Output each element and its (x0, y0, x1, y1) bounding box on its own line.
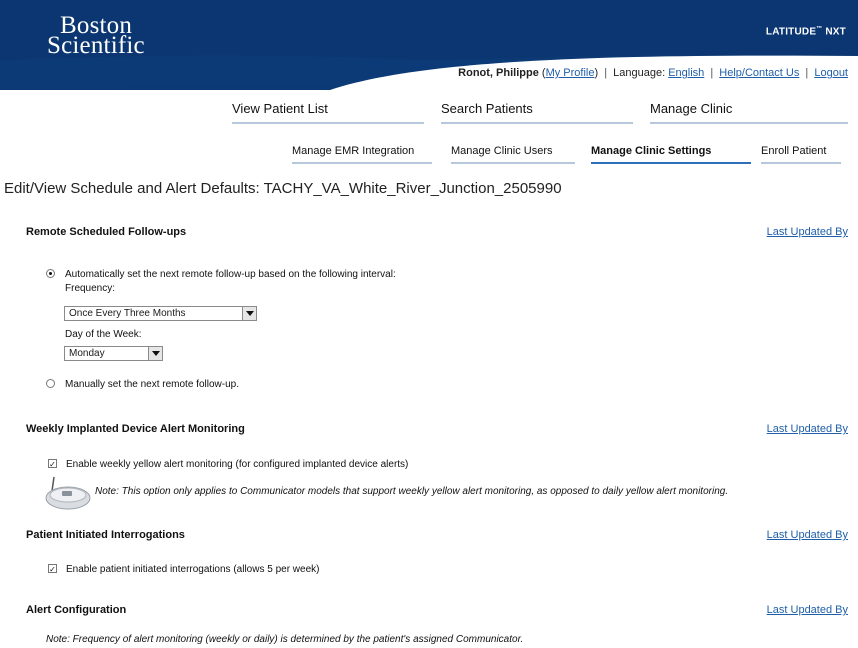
section-weekly-alert-header: Weekly Implanted Device Alert Monitoring… (0, 423, 858, 437)
auto-follow-up-label: Automatically set the next remote follow… (65, 269, 396, 280)
subnav-manage-clinic-settings[interactable]: Manage Clinic Settings (591, 145, 751, 164)
chevron-down-icon (148, 347, 162, 360)
frequency-label: Frequency: (65, 283, 116, 294)
user-bar: Ronot, Philippe (My Profile) | Language:… (458, 67, 848, 79)
subnav-manage-emr-integration[interactable]: Manage EMR Integration (292, 145, 432, 164)
subnav-enroll-patient[interactable]: Enroll Patient (761, 145, 841, 164)
weekly-alert-label: Enable weekly yellow alert monitoring (f… (66, 459, 409, 470)
boston-scientific-logo: Boston Scientific (47, 12, 145, 59)
last-updated-by-link[interactable]: Last Updated By (767, 226, 848, 238)
day-of-week-label: Day of the Week: (65, 329, 142, 340)
section-patient-interrogations-header: Patient Initiated Interrogations Last Up… (0, 529, 858, 543)
logout-link[interactable]: Logout (814, 67, 848, 79)
weekly-alert-note: Note: This option only applies to Commun… (95, 486, 729, 497)
last-updated-by-link[interactable]: Last Updated By (767, 423, 848, 435)
page-title: Edit/View Schedule and Alert Defaults: T… (4, 180, 562, 197)
chevron-down-icon (242, 307, 256, 320)
language-link[interactable]: English (668, 67, 704, 79)
manual-follow-up-label: Manually set the next remote follow-up. (65, 379, 239, 390)
section-title: Patient Initiated Interrogations (26, 529, 185, 541)
nav-search-patients[interactable]: Search Patients (441, 101, 633, 124)
weekly-alert-checkbox[interactable]: ✓ (48, 459, 57, 469)
help-contact-link[interactable]: Help/Contact Us (719, 67, 799, 79)
section-title: Weekly Implanted Device Alert Monitoring (26, 423, 245, 435)
day-of-week-select[interactable]: Monday (64, 346, 163, 361)
patient-interrogations-label: Enable patient initiated interrogations … (66, 564, 320, 575)
section-title: Remote Scheduled Follow-ups (26, 226, 187, 238)
patient-interrogations-checkbox[interactable]: ✓ (48, 564, 57, 574)
frequency-select[interactable]: Once Every Three Months (64, 306, 257, 321)
section-title: Alert Configuration (26, 604, 127, 616)
product-name: LATITUDE™ NXT (765, 26, 846, 38)
language-label: Language: (613, 67, 666, 79)
last-updated-by-link[interactable]: Last Updated By (767, 529, 848, 541)
auto-follow-up-radio[interactable] (46, 269, 55, 278)
last-updated-by-link[interactable]: Last Updated By (767, 604, 848, 616)
user-name: Ronot, Philippe (458, 67, 539, 79)
communicator-device-icon (45, 476, 91, 510)
nav-view-patient-list[interactable]: View Patient List (232, 101, 424, 124)
section-remote-follow-ups-header: Remote Scheduled Follow-ups Last Updated… (0, 226, 858, 240)
manual-follow-up-radio[interactable] (46, 379, 55, 388)
alert-configuration-note: Note: Frequency of alert monitoring (wee… (46, 634, 524, 645)
section-alert-configuration-header: Alert Configuration Last Updated By (0, 604, 858, 618)
nav-manage-clinic[interactable]: Manage Clinic (650, 101, 848, 124)
my-profile-link[interactable]: My Profile (546, 67, 595, 79)
subnav-manage-clinic-users[interactable]: Manage Clinic Users (451, 145, 575, 164)
